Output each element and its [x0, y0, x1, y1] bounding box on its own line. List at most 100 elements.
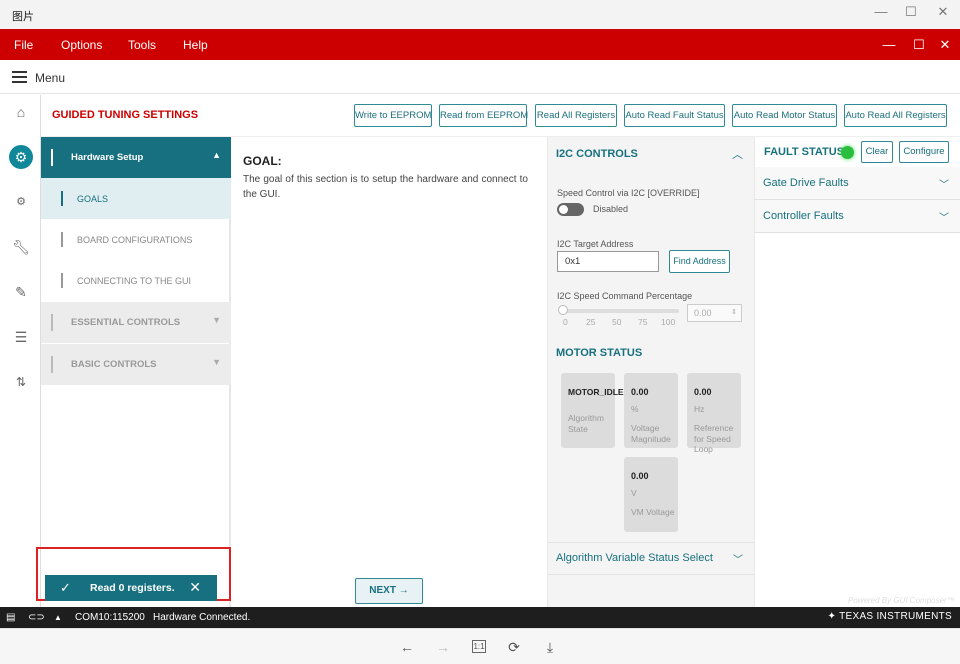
- fault-row-label: Gate Drive Faults: [763, 177, 849, 189]
- nav-hardware-setup-label: Hardware Setup: [71, 152, 144, 163]
- viewer-toolbar: ← → 1:1 ⟳ ⤓: [0, 628, 960, 664]
- rotate-icon[interactable]: ⟳: [505, 638, 523, 656]
- menu-file[interactable]: File: [14, 38, 33, 52]
- nav-basic-controls[interactable]: BASIC CONTROLS ▼: [41, 344, 231, 385]
- hamburger-icon[interactable]: [12, 71, 27, 83]
- close-icon[interactable]: ✕: [189, 579, 201, 596]
- port-info: COM10:115200: [75, 612, 145, 623]
- gears-icon[interactable]: ⚙: [9, 190, 33, 214]
- fault-status-panel: FAULT STATUS Clear Configure Gate Drive …: [754, 137, 960, 607]
- fault-row-controller[interactable]: Controller Faults ﹀: [755, 200, 960, 233]
- window-minimize-icon[interactable]: —: [868, 4, 894, 20]
- nav-item-goals[interactable]: GOALS: [41, 178, 231, 219]
- prev-arrow-icon[interactable]: ←: [398, 638, 416, 656]
- app-maximize-icon[interactable]: ☐: [909, 35, 929, 55]
- speed-command-value: 0.00: [694, 308, 712, 318]
- icon-rail: ⌂ ⚙ ⚙ 🔧︎ ✎ ☰ ⇅: [0, 95, 41, 607]
- motor-status-card: MOTOR_IDLE Algorithm State: [561, 373, 624, 448]
- card-name: VM Voltage: [631, 507, 675, 517]
- auto-read-all-registers-button[interactable]: Auto Read All Registers: [844, 104, 947, 127]
- motor-status-card: 0.00 Hz Reference for Speed Loop: [687, 373, 741, 454]
- slider-tick: 25: [586, 317, 596, 327]
- menu-tools[interactable]: Tools: [128, 38, 156, 52]
- menu-help[interactable]: Help: [183, 38, 208, 52]
- card-unit: Hz: [694, 404, 705, 414]
- chevron-down-icon: ▼: [212, 357, 221, 367]
- configure-button[interactable]: Configure: [899, 141, 949, 163]
- algorithm-variable-label: Algorithm Variable Status Select: [556, 552, 713, 564]
- nav-indicator: [61, 191, 63, 206]
- speed-control-toggle[interactable]: [557, 203, 584, 216]
- speed-command-spinbox[interactable]: 0.00 ⇕: [687, 304, 742, 322]
- clear-button[interactable]: Clear: [861, 141, 893, 163]
- app-close-icon[interactable]: ✕: [935, 35, 955, 55]
- spin-arrows-icon[interactable]: ⇕: [731, 305, 737, 321]
- auto-read-fault-status-button[interactable]: Auto Read Fault Status: [624, 104, 725, 127]
- home-icon[interactable]: ⌂: [9, 100, 33, 124]
- nav-item-connecting-to-gui[interactable]: CONNECTING TO THE GUI: [41, 260, 231, 301]
- i2c-controls-header[interactable]: I2C CONTROLS ︿: [548, 137, 755, 170]
- read-eeprom-button[interactable]: Read from EEPROM: [439, 104, 528, 127]
- actual-size-icon[interactable]: 1:1: [472, 640, 486, 653]
- window-close-icon[interactable]: ✕: [930, 4, 956, 20]
- checkmark-icon: ✓: [60, 580, 71, 595]
- chevron-down-icon: ﹀: [939, 180, 949, 191]
- fault-status-header: FAULT STATUS Clear Configure: [755, 137, 960, 169]
- download-icon[interactable]: ⤓: [541, 638, 559, 656]
- link-icon[interactable]: ⊂⊃: [28, 612, 45, 623]
- i2c-controls-title: I2C CONTROLS: [556, 148, 638, 160]
- chevron-up-icon: ▲: [212, 150, 221, 160]
- next-button[interactable]: NEXT →: [355, 578, 423, 604]
- nav-basic-controls-label: BASIC CONTROLS: [71, 359, 157, 370]
- next-arrow-icon[interactable]: →: [434, 638, 452, 656]
- slider-tick: 100: [661, 317, 676, 327]
- algorithm-variable-status-select[interactable]: Algorithm Variable Status Select ﹀: [548, 542, 755, 575]
- nav-indicator: [61, 232, 63, 247]
- nav-hardware-setup[interactable]: Hardware Setup ▲: [41, 137, 231, 178]
- motor-status-card: 0.00 % Voltage Magnitude: [624, 373, 678, 448]
- menu-options[interactable]: Options: [61, 38, 102, 52]
- nav-item-label: CONNECTING TO THE GUI: [77, 276, 192, 286]
- connection-status: Hardware Connected.: [153, 612, 251, 623]
- card-name: Algorithm State: [568, 413, 604, 434]
- card-name: Reference for Speed Loop: [694, 423, 734, 454]
- caret-up-icon[interactable]: ▲: [54, 613, 62, 622]
- sliders-icon[interactable]: ☰: [9, 325, 33, 349]
- wrench-icon[interactable]: 🔧︎: [9, 235, 33, 259]
- nav-indicator: [51, 149, 53, 166]
- fault-status-title: FAULT STATUS: [764, 146, 845, 158]
- nav-essential-controls[interactable]: ESSENTIAL CONTROLS ▼: [41, 302, 231, 343]
- app-menubar: File Options Tools Help — ☐ ✕: [0, 29, 960, 60]
- goal-heading: GOAL:: [243, 154, 282, 168]
- write-eeprom-button[interactable]: Write to EEPROM: [354, 104, 432, 127]
- powered-by-label: Powered By GUI Composer™: [848, 596, 955, 605]
- transfer-arrows-icon[interactable]: ⇅: [9, 370, 33, 394]
- card-unit: %: [631, 404, 639, 414]
- chevron-up-icon: ︿: [732, 149, 743, 161]
- speed-command-slider[interactable]: [562, 309, 679, 313]
- speed-command-label: I2C Speed Command Percentage: [557, 291, 693, 301]
- menu-row: Menu: [0, 60, 960, 94]
- nav-item-label: GOALS: [77, 194, 109, 204]
- card-value: 0.00: [631, 387, 649, 397]
- card-unit: V: [631, 488, 637, 498]
- target-address-input[interactable]: 0x1: [557, 251, 659, 272]
- slider-thumb[interactable]: [558, 305, 568, 315]
- nav-item-board-configurations[interactable]: BOARD CONFIGURATIONS: [41, 219, 231, 260]
- motor-status-title: MOTOR STATUS: [556, 347, 643, 359]
- settings-gear-icon[interactable]: ⚙: [9, 145, 33, 169]
- chevron-down-icon: ▼: [212, 315, 221, 325]
- menu-label[interactable]: Menu: [35, 71, 65, 85]
- tuning-nav: Hardware Setup ▲ GOALS BOARD CONFIGURATI…: [41, 137, 231, 607]
- find-address-button[interactable]: Find Address: [669, 250, 730, 273]
- status-bar: ▤ ⊂⊃ ▲ COM10:115200 Hardware Connected. …: [0, 607, 960, 628]
- pencil-icon[interactable]: ✎: [9, 280, 33, 304]
- auto-read-motor-status-button[interactable]: Auto Read Motor Status: [732, 104, 837, 127]
- read-all-registers-button[interactable]: Read All Registers: [535, 104, 617, 127]
- fault-row-gate-drive[interactable]: Gate Drive Faults ﹀: [755, 167, 960, 200]
- device-icon[interactable]: ▤: [6, 612, 15, 623]
- window-maximize-icon[interactable]: ☐: [898, 4, 924, 20]
- slider-tick: 0: [563, 317, 568, 327]
- app-minimize-icon[interactable]: —: [879, 35, 899, 55]
- nav-indicator: [61, 273, 63, 288]
